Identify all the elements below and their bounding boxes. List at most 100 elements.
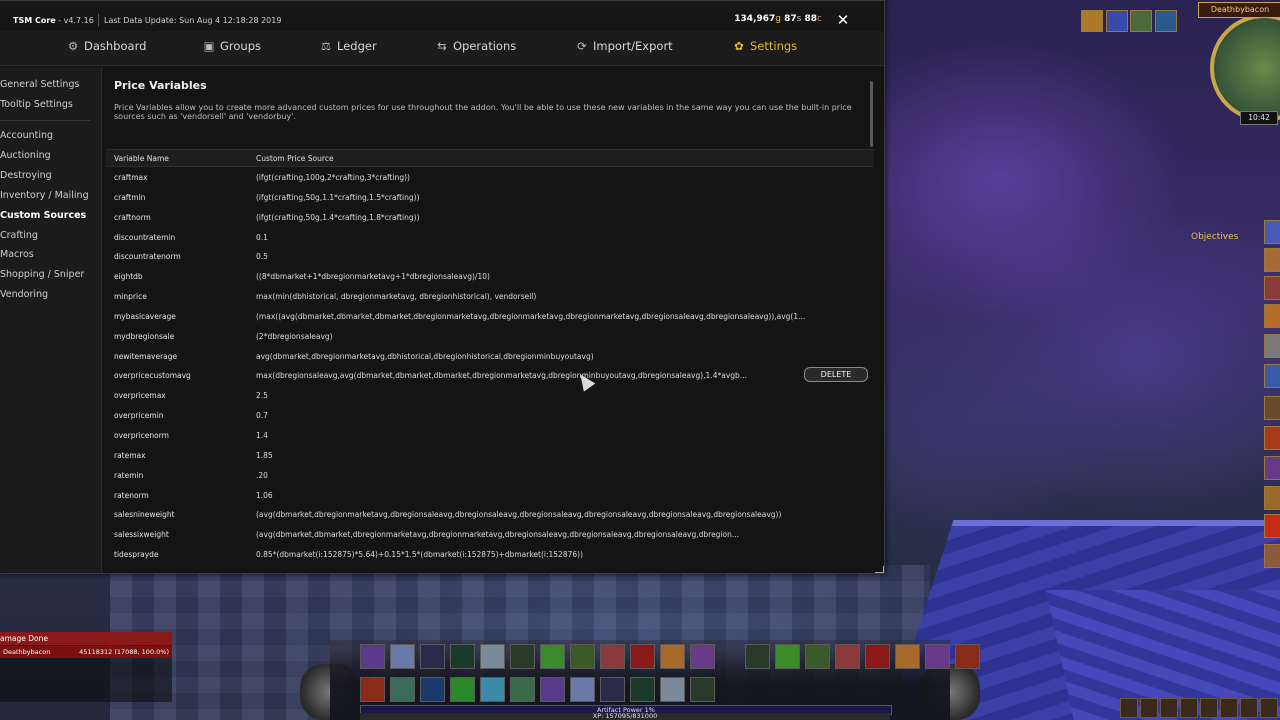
- side-action-icon[interactable]: [1264, 220, 1280, 244]
- table-row[interactable]: discountratenorm 0.5: [106, 246, 874, 266]
- action-slot[interactable]: [540, 644, 565, 669]
- tab-import-export[interactable]: ⟳ Import/Export: [575, 39, 673, 53]
- table-row[interactable]: salesnineweight (avg(dbmarket,dbregionmar…: [106, 504, 874, 524]
- micro-menu-icon[interactable]: [1140, 698, 1158, 718]
- side-action-icon[interactable]: [1264, 334, 1280, 358]
- table-row[interactable]: tidesprayde 0.85*(dbmarket(i:152875)*5.64…: [106, 544, 874, 564]
- resize-handle[interactable]: [875, 566, 884, 573]
- side-action-icon[interactable]: [1264, 396, 1280, 420]
- sidebar-item-inventory-mailing[interactable]: Inventory / Mailing: [0, 190, 89, 201]
- action-slot[interactable]: [690, 644, 715, 669]
- action-slot[interactable]: [360, 677, 385, 702]
- side-action-icon[interactable]: [1264, 276, 1280, 300]
- price-source-cell[interactable]: max(min(dbhistorical, dbregionmarketavg,…: [256, 292, 866, 301]
- side-action-icon[interactable]: [1264, 514, 1280, 538]
- table-row[interactable]: mybasicaverage (max((avg(dbmarket,dbmarke…: [106, 306, 874, 326]
- price-source-cell[interactable]: 0.85*(dbmarket(i:152875)*5.64)+0.15*1.5*…: [256, 550, 866, 559]
- table-row[interactable]: overpricemax 2.5: [106, 385, 874, 405]
- side-action-icon[interactable]: [1264, 248, 1280, 272]
- sidebar-item-tooltip-settings[interactable]: Tooltip Settings: [0, 99, 73, 110]
- column-header-custom-price-source[interactable]: Custom Price Source: [256, 154, 334, 163]
- action-slot[interactable]: [420, 644, 445, 669]
- table-row[interactable]: minprice max(min(dbhistorical, dbregionma…: [106, 286, 874, 306]
- action-slot[interactable]: [360, 644, 385, 669]
- table-row[interactable]: ratemax 1.85: [106, 445, 874, 465]
- tab-groups[interactable]: ▣ Groups: [202, 39, 261, 53]
- action-slot[interactable]: [835, 644, 860, 669]
- description-scrollbar[interactable]: [870, 81, 873, 147]
- price-source-cell[interactable]: .20: [256, 471, 866, 480]
- bag-icon[interactable]: [1260, 698, 1278, 718]
- sidebar-item-macros[interactable]: Macros: [0, 249, 34, 260]
- price-source-cell[interactable]: 2.5: [256, 391, 866, 400]
- buff-icon[interactable]: [1081, 10, 1103, 32]
- price-source-cell[interactable]: (avg(dbmarket,dbmarket,dbregionmarketavg…: [256, 530, 866, 539]
- bag-icon[interactable]: [1240, 698, 1258, 718]
- tab-settings[interactable]: ✿ Settings: [732, 39, 797, 53]
- table-row[interactable]: salessixweight (avg(dbmarket,dbmarket,dbr…: [106, 524, 874, 544]
- table-row[interactable]: craftnorm (ifgt(crafting,50g,1.4*crafting…: [106, 207, 874, 227]
- action-slot[interactable]: [895, 644, 920, 669]
- sidebar-item-general-settings[interactable]: General Settings: [0, 79, 79, 90]
- price-source-cell[interactable]: 1.4: [256, 431, 866, 440]
- price-source-cell[interactable]: 0.5: [256, 252, 866, 261]
- action-slot[interactable]: [745, 644, 770, 669]
- price-source-cell[interactable]: (ifgt(crafting,50g,1.1*crafting,1.5*craf…: [256, 193, 866, 202]
- side-action-icon[interactable]: [1264, 364, 1280, 388]
- action-slot[interactable]: [420, 677, 445, 702]
- price-source-cell[interactable]: 1.06: [256, 491, 866, 500]
- price-source-cell[interactable]: avg(dbmarket,dbregionmarketavg,dbhistori…: [256, 352, 866, 361]
- action-slot[interactable]: [660, 644, 685, 669]
- side-action-icon[interactable]: [1264, 426, 1280, 450]
- bag-icon[interactable]: [1220, 698, 1238, 718]
- column-header-variable-name[interactable]: Variable Name: [114, 154, 169, 163]
- delete-button[interactable]: DELETE: [804, 367, 868, 383]
- price-source-cell[interactable]: 0.1: [256, 233, 866, 242]
- action-slot[interactable]: [390, 644, 415, 669]
- action-slot[interactable]: [805, 644, 830, 669]
- price-source-cell[interactable]: 0.7: [256, 411, 866, 420]
- action-slot[interactable]: [540, 677, 565, 702]
- game-clock[interactable]: 10:42: [1240, 111, 1278, 125]
- micro-menu-icon[interactable]: [1160, 698, 1178, 718]
- action-slot[interactable]: [775, 644, 800, 669]
- buff-icon[interactable]: [1130, 10, 1152, 32]
- damage-meter[interactable]: amage Done Deathbybacon 45118312 (17088,…: [0, 632, 172, 702]
- action-slot[interactable]: [600, 677, 625, 702]
- sidebar-item-destroying[interactable]: Destroying: [0, 170, 52, 181]
- action-slot[interactable]: [630, 644, 655, 669]
- tab-operations[interactable]: ⇆ Operations: [435, 39, 516, 53]
- action-slot[interactable]: [630, 677, 655, 702]
- sidebar-item-custom-sources[interactable]: Custom Sources: [0, 210, 86, 221]
- table-row[interactable]: newitemaverage avg(dbmarket,dbregionmarke…: [106, 346, 874, 366]
- action-slot[interactable]: [660, 677, 685, 702]
- sidebar-item-vendoring[interactable]: Vendoring: [0, 289, 48, 300]
- action-slot[interactable]: [570, 644, 595, 669]
- table-row[interactable]: overpricenorm 1.4: [106, 425, 874, 445]
- objectives-tracker-header[interactable]: Objectives: [1191, 232, 1238, 242]
- action-slot[interactable]: [480, 677, 505, 702]
- action-slot[interactable]: [480, 644, 505, 669]
- sidebar-item-crafting[interactable]: Crafting: [0, 230, 38, 241]
- action-slot[interactable]: [450, 677, 475, 702]
- buff-icon[interactable]: [1106, 10, 1128, 32]
- action-slot[interactable]: [865, 644, 890, 669]
- micro-menu-icon[interactable]: [1120, 698, 1138, 718]
- action-slot[interactable]: [510, 644, 535, 669]
- action-slot[interactable]: [570, 677, 595, 702]
- price-source-cell[interactable]: 1.85: [256, 451, 866, 460]
- buff-icon[interactable]: [1155, 10, 1177, 32]
- table-row[interactable]: ratenorm 1.06: [106, 485, 874, 505]
- side-action-icon[interactable]: [1264, 544, 1280, 568]
- tab-dashboard[interactable]: ⚙ Dashboard: [66, 39, 147, 53]
- price-source-cell[interactable]: (ifgt(crafting,50g,1.4*crafting,1.8*craf…: [256, 213, 866, 222]
- table-row[interactable]: mydbregionsale (2*dbregionsaleavg): [106, 326, 874, 346]
- table-row[interactable]: overpricemin 0.7: [106, 405, 874, 425]
- price-source-cell[interactable]: (max((avg(dbmarket,dbmarket,dbmarket,dbr…: [256, 312, 866, 321]
- side-action-icon[interactable]: [1264, 304, 1280, 328]
- action-slot[interactable]: [450, 644, 475, 669]
- price-source-cell[interactable]: max(dbregionsaleavg,avg(dbmarket,dbmarke…: [256, 371, 800, 380]
- side-action-icon[interactable]: [1264, 456, 1280, 480]
- price-source-cell[interactable]: (2*dbregionsaleavg): [256, 332, 866, 341]
- action-slot[interactable]: [390, 677, 415, 702]
